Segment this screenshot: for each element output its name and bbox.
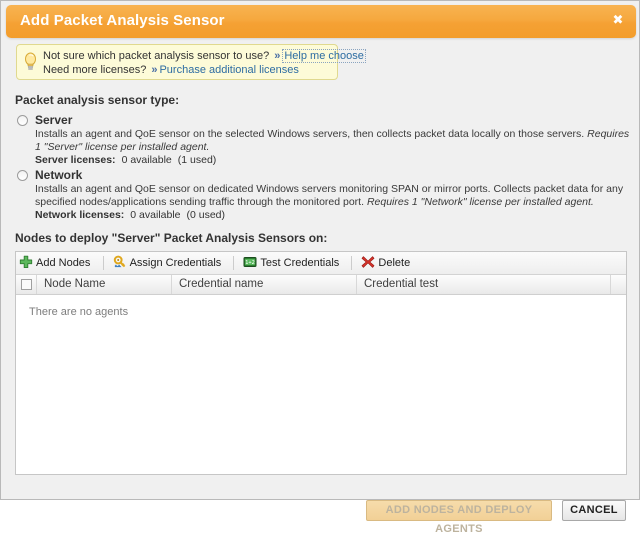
toolbar-separator (351, 256, 353, 270)
plus-icon (19, 255, 33, 269)
svg-text:1+2: 1+2 (246, 260, 256, 266)
toolbar-separator (102, 256, 104, 270)
close-icon[interactable]: ✖ (610, 13, 626, 29)
help-tip-box: Not sure which packet analysis sensor to… (16, 44, 366, 80)
server-license-label: Server licenses: (35, 154, 116, 166)
purchase-licenses-link[interactable]: Purchase additional licenses (159, 64, 298, 76)
server-license-used: (1 used) (177, 154, 217, 166)
red-x-icon (362, 256, 375, 268)
network-license-label: Network licenses: (35, 209, 125, 221)
column-header-credential-test[interactable]: Credential test (357, 275, 611, 294)
grid-column-header-row: Node Name Credential name Credential tes… (16, 275, 626, 295)
nodes-section-heading: Nodes to deploy "Server" Packet Analysis… (15, 231, 328, 245)
network-license-used: (0 used) (186, 209, 226, 221)
delete-button[interactable]: Delete (358, 252, 416, 274)
empty-grid-message: There are no agents (29, 306, 129, 318)
tip-chevron-2: » (151, 64, 158, 76)
server-license-available: 0 available (121, 154, 172, 166)
column-header-credential-name[interactable]: Credential name (172, 275, 357, 294)
tip-line-1-text: Not sure which packet analysis sensor to… (43, 50, 270, 62)
radio-network-label: Network (35, 168, 83, 182)
lightbulb-icon (25, 52, 36, 70)
radio-network-description-italic: Requires 1 "Network" license per install… (366, 195, 594, 208)
dialog-title: Add Packet Analysis Sensor (20, 12, 225, 29)
assign-credentials-button[interactable]: Assign Credentials (110, 252, 228, 274)
tip-line-2: Need more licenses? » Purchase additional … (43, 64, 299, 76)
test-icon: 1+2 (243, 257, 257, 267)
dialog-titlebar: Add Packet Analysis Sensor ✖ (6, 5, 636, 38)
grid-body: There are no agents (16, 295, 626, 474)
radio-network-description: Installs an agent and QoE sensor on dedi… (35, 183, 635, 208)
tip-chevron-1: » (274, 50, 281, 62)
toolbar-separator (233, 256, 235, 270)
radio-network-input[interactable] (17, 170, 28, 181)
assign-credentials-label: Assign Credentials (129, 257, 222, 269)
radio-server-input[interactable] (17, 115, 28, 126)
test-credentials-button[interactable]: 1+2 Test Credentials (240, 252, 345, 274)
nodes-grid-panel: Add Nodes Assign Credentials 1+2 Test Cr… (15, 251, 627, 475)
network-license-available: 0 available (130, 209, 181, 221)
radio-server-license: Server licenses: 0 available (1 used) (35, 154, 216, 166)
dialog-content: Not sure which packet analysis sensor to… (1, 41, 639, 535)
radio-network-license: Network licenses: 0 available (0 used) (35, 209, 225, 221)
radio-server-description: Installs an agent and QoE sensor on the … (35, 128, 635, 153)
tip-line-1: Not sure which packet analysis sensor to… (43, 49, 366, 63)
add-nodes-button[interactable]: Add Nodes (16, 252, 96, 274)
select-all-header[interactable] (16, 275, 37, 294)
grid-toolbar: Add Nodes Assign Credentials 1+2 Test Cr… (16, 252, 626, 275)
cancel-button[interactable]: CANCEL (562, 500, 626, 521)
add-nodes-and-deploy-agents-button[interactable]: ADD NODES AND DEPLOY AGENTS (366, 500, 552, 535)
add-nodes-label: Add Nodes (36, 257, 91, 269)
radio-server-description-text: Installs an agent and QoE sensor on the … (35, 128, 585, 140)
help-me-choose-link[interactable]: Help me choose (282, 49, 366, 63)
add-packet-analysis-sensor-dialog: Add Packet Analysis Sensor ✖ Not sure wh… (0, 0, 640, 535)
radio-server-label: Server (35, 113, 73, 127)
column-header-spacer (611, 275, 626, 294)
column-header-node-name[interactable]: Node Name (37, 275, 172, 294)
tip-line-2-text: Need more licenses? (43, 64, 147, 76)
sensor-type-heading: Packet analysis sensor type: (15, 93, 180, 107)
delete-label: Delete (378, 257, 411, 269)
key-icon (113, 255, 125, 268)
test-credentials-label: Test Credentials (260, 257, 340, 269)
select-all-checkbox[interactable] (21, 279, 32, 290)
